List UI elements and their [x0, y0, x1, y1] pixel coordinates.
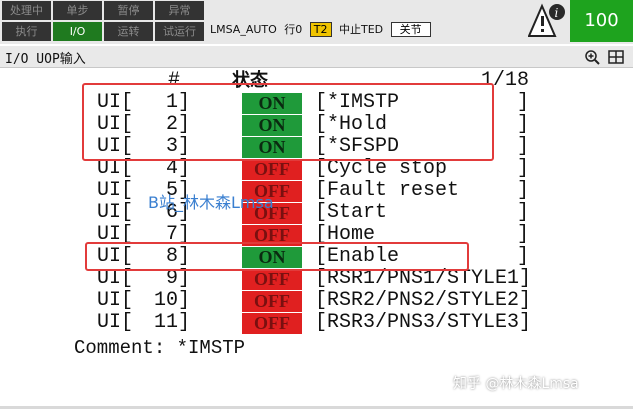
row-close-bracket: ]	[517, 223, 530, 246]
row-label: UI[	[97, 311, 134, 334]
status-step: 单步	[53, 1, 102, 20]
highlight-box-safety-signals	[82, 83, 494, 161]
table-row[interactable]: UI[ 11] OFF [RSR3/PNS3/STYLE3]	[0, 312, 633, 334]
row-comment: [RSR2/PNS2/STYLE2]	[315, 289, 532, 312]
row-comment: [RSR1/PNS1/STYLE1]	[315, 267, 532, 290]
table-row[interactable]: UI[ 6] OFF [Start ]	[0, 202, 633, 224]
window-title-bar: I/O UOP输入	[0, 46, 633, 68]
status-run: 执行	[2, 22, 51, 41]
row-comment: [Start	[315, 201, 388, 224]
table-row[interactable]: UI[ 10] OFF [RSR2/PNS2/STYLE2]	[0, 290, 633, 312]
coord-badge[interactable]: 关节	[390, 22, 431, 37]
row-label: UI[	[97, 201, 134, 224]
row-close-bracket: ]	[517, 113, 530, 136]
state-cell[interactable]: OFF	[242, 159, 302, 180]
program-name: LMSA_AUTO	[210, 23, 277, 36]
override-percent[interactable]: 100	[570, 0, 633, 42]
run-state: 中止TED	[339, 23, 384, 36]
row-comment: [Fault reset	[315, 179, 460, 202]
row-label: UI[	[97, 179, 134, 202]
row-comment: [Cycle stop	[315, 157, 448, 180]
watermark-zhihu: 知乎 @林木森Lmsa	[453, 376, 579, 392]
status-processing: 处理中	[2, 1, 51, 20]
comment-line: Comment: *IMSTP	[74, 337, 246, 359]
row-close-bracket: ]	[517, 179, 530, 202]
row-close-bracket: ]	[517, 91, 530, 114]
table-row[interactable]: UI[ 4] OFF [Cycle stop ]	[0, 158, 633, 180]
row-close-bracket: ]	[517, 245, 530, 268]
status-tcyc: 试运行	[155, 22, 204, 41]
page-title: I/O UOP输入	[5, 52, 86, 67]
row-close-bracket: ]	[517, 157, 530, 180]
alarm-icon[interactable]: i	[528, 2, 566, 40]
program-status: LMSA_AUTO 行0 T2 中止TED 关节	[210, 21, 435, 39]
state-cell[interactable]: OFF	[242, 291, 302, 312]
status-fault: 异常	[155, 1, 204, 20]
highlight-box-enable	[85, 242, 469, 271]
state-cell[interactable]: OFF	[242, 313, 302, 334]
state-cell[interactable]: OFF	[242, 269, 302, 290]
status-hold: 暂停	[104, 1, 153, 20]
svg-text:i: i	[555, 6, 559, 20]
watermark-bilibili: B站_林木森Lmsa	[148, 193, 274, 212]
status-prod: 运转	[104, 22, 153, 41]
table-row[interactable]: UI[ 9] OFF [RSR1/PNS1/STYLE1]	[0, 268, 633, 290]
uop-input-panel: # 状态 1/18 UI[ 1] ON [*IMSTP ] UI[ 2] ON …	[0, 69, 633, 409]
row-index: 9]	[165, 267, 190, 290]
row-comment: [RSR3/PNS3/STYLE3]	[315, 311, 532, 334]
zoom-icon[interactable]	[584, 49, 600, 65]
layout-icon[interactable]	[608, 50, 624, 64]
row-close-bracket: ]	[517, 135, 530, 158]
status-io: I/O	[53, 22, 102, 41]
line-number: 行0	[284, 23, 303, 36]
row-close-bracket: ]	[517, 201, 530, 224]
mode-badge: T2	[309, 22, 332, 37]
row-index: 4]	[165, 157, 190, 180]
row-index: 11]	[153, 311, 190, 334]
table-row[interactable]: UI[ 5] OFF [Fault reset ]	[0, 180, 633, 202]
row-label: UI[	[97, 157, 134, 180]
row-label: UI[	[97, 289, 134, 312]
status-bar: 处理中 单步 暂停 异常 执行 I/O 运转 试运行 LMSA_AUTO 行0 …	[0, 0, 633, 44]
row-label: UI[	[97, 267, 134, 290]
row-index: 10]	[153, 289, 190, 312]
